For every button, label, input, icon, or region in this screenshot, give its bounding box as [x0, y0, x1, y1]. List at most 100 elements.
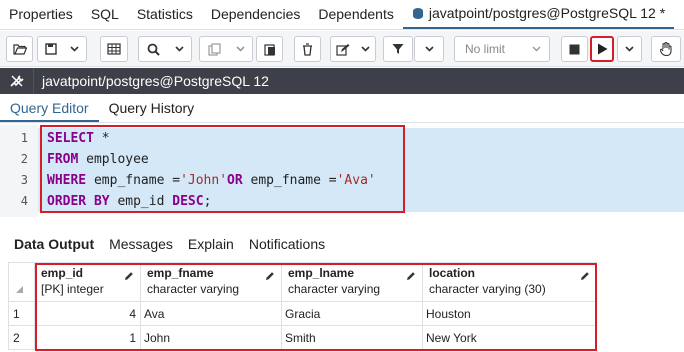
- hand-button[interactable]: [651, 36, 681, 62]
- stop-icon: [569, 44, 580, 54]
- chevron-down-icon: [174, 46, 184, 52]
- column-type: character varying (30): [429, 282, 546, 296]
- sql-keyword: OR: [227, 173, 243, 188]
- code-line: SELECT *: [47, 128, 110, 149]
- sql-editor[interactable]: 1 SELECT * 2 FROM employee 3 WHERE emp_f…: [0, 125, 684, 217]
- paste-icon: [263, 43, 275, 56]
- chevron-down-icon: [532, 46, 541, 52]
- table-cell[interactable]: Houston: [422, 301, 597, 326]
- table-row[interactable]: 2 1 John Smith New York: [8, 325, 597, 350]
- line-number: 4: [20, 194, 28, 208]
- result-grid: emp_id [PK] integer emp_fname character …: [8, 262, 597, 350]
- trash-icon: [303, 42, 312, 56]
- table-cell[interactable]: Smith: [281, 325, 423, 350]
- editor-line: 2 FROM employee: [0, 149, 684, 170]
- column-header[interactable]: emp_fname character varying: [140, 262, 282, 302]
- filter-icon: [392, 44, 404, 54]
- folder-open-icon: [12, 44, 27, 55]
- table-row[interactable]: 1 4 Ava Gracia Houston: [8, 301, 597, 326]
- line-number: 1: [20, 131, 28, 145]
- column-name: emp_fname: [147, 266, 214, 280]
- grid-icon: [107, 43, 121, 55]
- copy-button[interactable]: [199, 36, 253, 62]
- pencil-icon: [407, 272, 415, 280]
- pencil-icon: [266, 272, 274, 280]
- play-icon: [597, 43, 607, 55]
- table-cell[interactable]: 1: [34, 325, 141, 350]
- editor-line: 3 WHERE emp_fname ='John'OR emp_fname ='…: [0, 170, 684, 191]
- column-type: character varying: [147, 282, 240, 296]
- stop-button[interactable]: [561, 36, 588, 62]
- editor-line: 1 SELECT *: [0, 128, 684, 149]
- tab-data-output[interactable]: Data Output: [0, 233, 104, 257]
- column-header[interactable]: location character varying (30): [422, 262, 597, 302]
- tab-query-tool[interactable]: javatpoint/postgres@PostgreSQL 12 *: [402, 0, 675, 29]
- line-number: 2: [20, 152, 28, 166]
- table-cell[interactable]: Gracia: [281, 301, 423, 326]
- tab-notifications[interactable]: Notifications: [244, 233, 335, 257]
- triangle-icon: [16, 286, 23, 293]
- tab-explain[interactable]: Explain: [183, 233, 244, 257]
- hand-icon: [660, 42, 672, 56]
- tab-sql[interactable]: SQL: [82, 0, 128, 29]
- execute-options-button[interactable]: [617, 36, 642, 62]
- execute-button[interactable]: [590, 36, 614, 62]
- connection-status-button[interactable]: [0, 68, 34, 94]
- open-file-button[interactable]: [6, 36, 33, 62]
- database-icon: [412, 7, 424, 20]
- chevron-down-icon: [424, 46, 434, 52]
- select-all-cell[interactable]: [8, 262, 35, 302]
- column-name: emp_lname: [288, 266, 355, 280]
- column-header[interactable]: emp_id [PK] integer: [34, 262, 141, 302]
- column-name: location: [429, 266, 476, 280]
- paste-button[interactable]: [256, 36, 283, 62]
- find-button[interactable]: [138, 36, 192, 62]
- tab-query-history[interactable]: Query History: [99, 95, 205, 122]
- code-line: ORDER BY emp_id DESC;: [47, 191, 211, 212]
- table-cell[interactable]: 4: [34, 301, 141, 326]
- tab-statistics[interactable]: Statistics: [128, 0, 202, 29]
- tab-dependencies[interactable]: Dependencies: [202, 0, 310, 29]
- tab-properties[interactable]: Properties: [0, 0, 82, 29]
- connection-label: javatpoint/postgres@PostgreSQL 12: [42, 73, 269, 89]
- filter-button[interactable]: [383, 36, 413, 62]
- row-number[interactable]: 1: [8, 301, 35, 326]
- sql-string: 'Ava': [336, 173, 376, 188]
- chevron-down-icon: [70, 46, 79, 52]
- chevron-down-icon: [235, 46, 245, 52]
- chevron-down-icon: [625, 46, 634, 52]
- search-icon: [147, 43, 160, 56]
- pencil-icon: [125, 272, 133, 280]
- sql-text: *: [93, 131, 110, 146]
- filter-dropdown-button[interactable]: [414, 36, 444, 62]
- query-toolbar: No limit: [0, 31, 684, 67]
- sql-string: 'John': [180, 173, 228, 188]
- code-line: FROM employee: [47, 149, 149, 170]
- row-number[interactable]: 2: [8, 325, 35, 350]
- table-cell[interactable]: John: [140, 325, 282, 350]
- column-type: character varying: [288, 282, 381, 296]
- save-button[interactable]: [37, 36, 87, 62]
- connection-bar: javatpoint/postgres@PostgreSQL 12: [0, 68, 684, 94]
- table-cell[interactable]: New York: [422, 325, 597, 350]
- sql-text: emp_fname =: [242, 173, 337, 188]
- tab-dependents[interactable]: Dependents: [309, 0, 403, 29]
- column-type: [PK] integer: [41, 282, 104, 296]
- tab-messages[interactable]: Messages: [104, 233, 183, 257]
- find-replace-grid-button[interactable]: [100, 36, 128, 62]
- sql-keyword: SELECT: [47, 131, 94, 146]
- sql-text: employee: [78, 152, 149, 167]
- edit-button[interactable]: [330, 36, 376, 62]
- delete-button[interactable]: [294, 36, 321, 62]
- sql-text: emp_fname =: [86, 173, 181, 188]
- row-limit-select[interactable]: No limit: [454, 36, 550, 62]
- sql-keyword: ORDER BY: [47, 194, 110, 209]
- column-header[interactable]: emp_lname character varying: [281, 262, 423, 302]
- table-cell[interactable]: Ava: [140, 301, 282, 326]
- panel-tabs: Properties SQL Statistics Dependencies D…: [0, 0, 684, 30]
- row-limit-value: No limit: [465, 42, 506, 56]
- pencil-icon: [581, 272, 589, 280]
- edit-icon: [336, 43, 350, 56]
- editor-tabs: Query Editor Query History: [0, 95, 684, 123]
- tab-query-editor[interactable]: Query Editor: [0, 95, 99, 122]
